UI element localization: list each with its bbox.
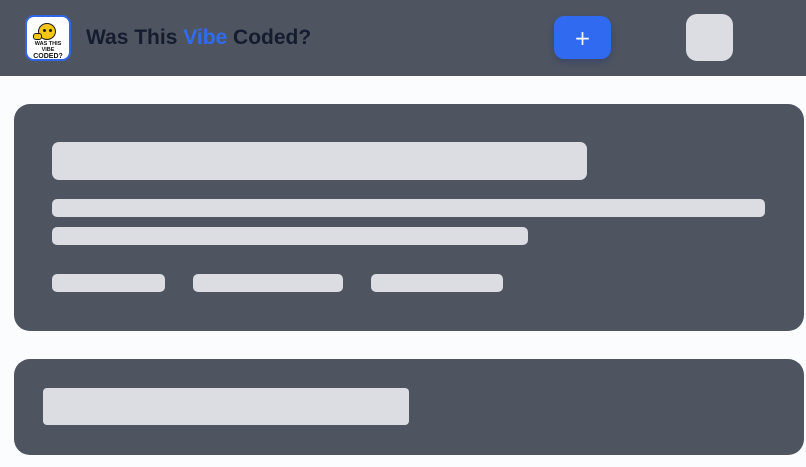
skeleton-title <box>52 142 587 180</box>
skeleton-text-line <box>52 199 765 217</box>
skeleton-card <box>14 359 804 455</box>
plus-icon: + <box>574 25 591 50</box>
logo-text: WAS THIS VIBE CODED? <box>29 41 67 60</box>
add-button[interactable]: + <box>554 16 611 59</box>
title-accent: Vibe <box>183 26 228 49</box>
skeleton-tag <box>371 274 503 292</box>
skeleton-card <box>14 104 804 331</box>
hand-icon <box>33 33 42 40</box>
skeleton-tag <box>193 274 343 292</box>
skeleton-title <box>43 388 409 425</box>
title-part1: Was This <box>86 26 184 49</box>
logo-text-line1: WAS THIS VIBE <box>34 41 62 53</box>
site-title[interactable]: Was This Vibe Coded? <box>86 24 311 52</box>
site-logo[interactable]: WAS THIS VIBE CODED? <box>25 15 71 61</box>
title-part2: Coded? <box>227 26 312 49</box>
avatar-placeholder[interactable] <box>686 14 733 61</box>
top-header: WAS THIS VIBE CODED? Was This Vibe Coded… <box>0 0 806 76</box>
skeleton-tag <box>52 274 165 292</box>
skeleton-text-line <box>52 227 528 245</box>
logo-text-line2: CODED? <box>33 53 63 60</box>
